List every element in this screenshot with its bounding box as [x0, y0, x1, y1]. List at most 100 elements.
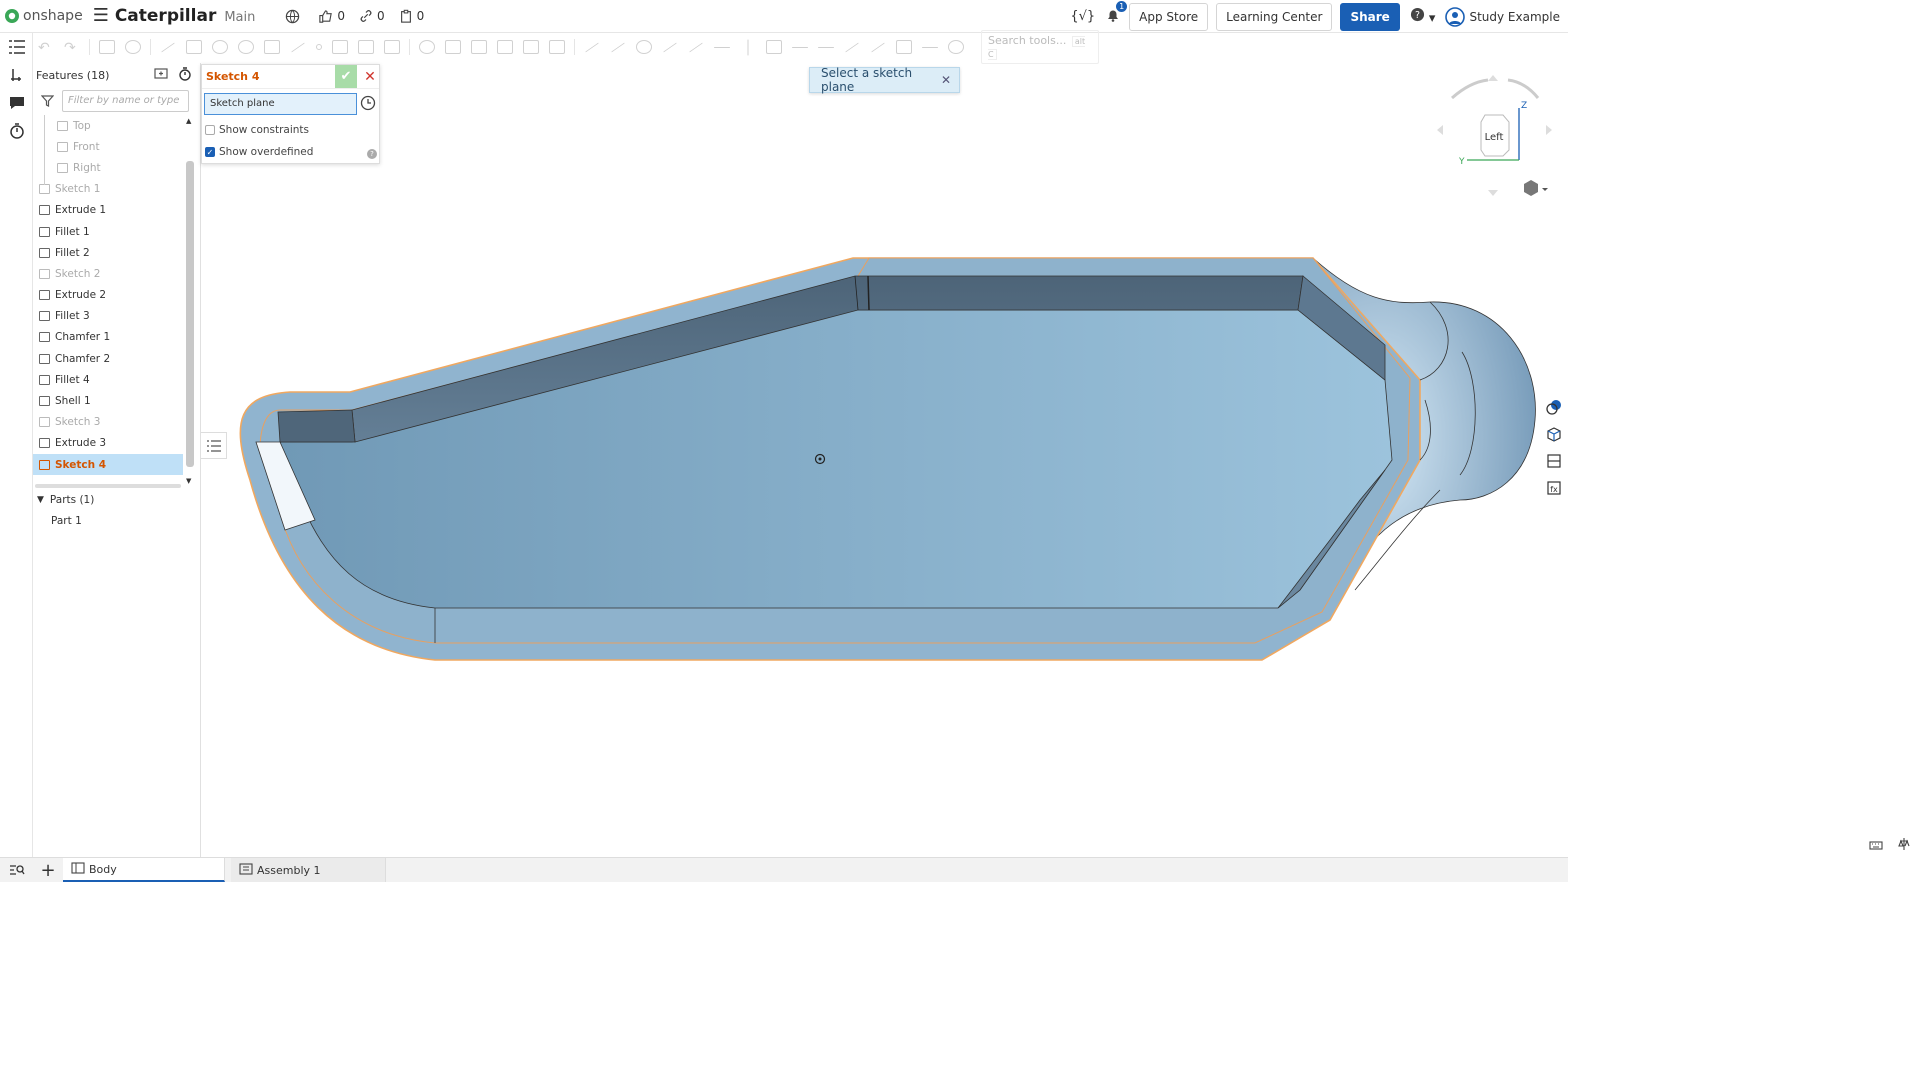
parts-cube-icon[interactable] [1540, 420, 1568, 447]
feature-icon [39, 205, 50, 216]
scrollbar-thumb[interactable] [186, 161, 194, 467]
line-tool-icon[interactable] [161, 42, 175, 52]
feature-item[interactable]: Extrude 2 [33, 285, 183, 306]
history-icon[interactable] [0, 117, 33, 145]
svg-text:fx: fx [1550, 485, 1558, 494]
use-tool-icon[interactable] [585, 42, 599, 52]
construction-tool-icon[interactable] [358, 40, 374, 54]
document-title[interactable]: Caterpillar [115, 6, 217, 26]
feature-item-label: Top [73, 119, 91, 132]
sketch-tool-icon[interactable] [99, 40, 115, 54]
tab-assembly[interactable]: Assembly 1 [231, 858, 386, 882]
feature-item[interactable]: Extrude 1 [33, 200, 183, 221]
mirror-tool-icon[interactable] [497, 40, 513, 54]
model-floor[interactable] [279, 309, 1393, 609]
midpoint-icon[interactable] [818, 46, 834, 48]
section-view-icon[interactable] [1540, 447, 1568, 474]
polygon-tool-icon[interactable] [264, 40, 280, 54]
units-scale-icon[interactable] [1898, 836, 1910, 855]
search-tabs-icon[interactable] [0, 863, 33, 877]
coincident-icon[interactable] [611, 42, 625, 52]
feature-list-scrollbar[interactable]: ▲ ▼ [185, 115, 195, 485]
brand-name: onshape [23, 8, 83, 24]
feature-list-icon[interactable] [0, 33, 33, 61]
spline-tool-icon[interactable] [291, 42, 305, 52]
rollback-timer-icon[interactable] [178, 66, 192, 84]
add-tab-icon[interactable]: + [33, 860, 63, 881]
view-cube[interactable]: Left Z Y [1425, 70, 1565, 210]
feature-item[interactable]: Extrude 3 [33, 433, 183, 454]
feature-item[interactable]: Fillet 4 [33, 369, 183, 390]
curvature-icon[interactable] [948, 40, 964, 54]
extrude-tool-icon[interactable] [125, 40, 141, 54]
user-menu[interactable]: Study Example [1445, 6, 1560, 27]
comments-icon[interactable] [0, 89, 33, 117]
equal-icon[interactable] [792, 46, 808, 48]
panel-divider[interactable] [35, 484, 181, 488]
feature-item[interactable]: Chamfer 2 [33, 348, 183, 369]
feature-filter-input[interactable]: Filter by name or type [62, 90, 189, 112]
feature-item[interactable]: Fillet 1 [33, 221, 183, 242]
view-options-icon[interactable] [1524, 180, 1548, 196]
tangent-icon[interactable] [689, 42, 703, 52]
perpendicular-icon[interactable] [766, 40, 782, 54]
feature-item[interactable]: Right [33, 157, 183, 178]
tab-body[interactable]: Body [63, 858, 225, 882]
feature-item[interactable]: Sketch 3 [33, 412, 183, 433]
redo-icon[interactable]: ↷ [64, 40, 80, 56]
filter-icon[interactable] [40, 92, 55, 111]
onshape-logo[interactable]: onshape [4, 8, 83, 24]
feature-item[interactable]: Shell 1 [33, 390, 183, 411]
vertical-icon[interactable] [747, 39, 749, 55]
feature-item[interactable]: Fillet 3 [33, 306, 183, 327]
feature-item[interactable]: Front [33, 136, 183, 157]
point-tool-icon[interactable] [316, 44, 322, 50]
feature-item[interactable]: Top [33, 115, 183, 136]
part-item[interactable]: Part 1 [33, 510, 193, 531]
copy-counter[interactable]: 0 [399, 9, 424, 23]
parts-header[interactable]: ▼ Parts (1) [33, 489, 193, 510]
normal-icon[interactable] [845, 42, 859, 52]
parallel-icon[interactable] [663, 42, 677, 52]
feature-item[interactable]: Sketch 4 [33, 454, 183, 476]
user-name: Study Example [1469, 9, 1560, 24]
feature-item[interactable]: Sketch 1 [33, 179, 183, 200]
feature-item[interactable]: Fillet 2 [33, 242, 183, 263]
keyboard-icon[interactable] [1869, 836, 1883, 855]
share-button[interactable]: Share [1340, 2, 1400, 31]
arc-tool-icon[interactable] [238, 40, 254, 54]
app-store-button[interactable]: App Store [1129, 2, 1209, 31]
undo-icon[interactable]: ↶ [38, 40, 54, 56]
rectangle-tool-icon[interactable] [186, 40, 202, 54]
pattern-tool-icon[interactable] [523, 40, 539, 54]
insert-icon[interactable] [0, 61, 33, 89]
circle-tool-icon[interactable] [212, 40, 228, 54]
appearance-icon[interactable] [1540, 393, 1568, 420]
feature-item[interactable]: Sketch 2 [33, 263, 183, 284]
learning-center-button[interactable]: Learning Center [1216, 2, 1333, 31]
link-counter[interactable]: 0 [359, 9, 385, 23]
variables-icon[interactable]: {√} [1070, 9, 1095, 24]
add-folder-icon[interactable] [154, 67, 168, 84]
dimension-tool-icon[interactable] [384, 40, 400, 54]
transform-tool-icon[interactable] [549, 40, 565, 54]
workspace-name[interactable]: Main [224, 10, 255, 25]
offset-tool-icon[interactable] [471, 40, 487, 54]
fillet-tool-icon[interactable] [419, 40, 435, 54]
globe-icon[interactable] [285, 9, 304, 24]
like-counter[interactable]: 0 [318, 9, 345, 24]
measure-icon[interactable]: fx [1540, 474, 1568, 501]
concentric-icon[interactable] [636, 40, 652, 54]
trim-tool-icon[interactable] [445, 40, 461, 54]
graphics-viewport[interactable] [201, 61, 1540, 857]
symmetric-icon[interactable] [896, 40, 912, 54]
main-menu-icon[interactable]: ☰ [93, 7, 109, 25]
horizontal-icon[interactable] [714, 46, 730, 48]
pierce-icon[interactable] [871, 42, 885, 52]
search-tools-input[interactable]: Search tools... alt C [981, 30, 1099, 64]
help-icon[interactable]: ? ▾ [1410, 7, 1435, 26]
text-tool-icon[interactable] [332, 40, 348, 54]
fix-icon[interactable] [922, 46, 938, 48]
feature-item[interactable]: Chamfer 1 [33, 327, 183, 348]
notifications-icon[interactable]: 1 [1105, 0, 1128, 27]
